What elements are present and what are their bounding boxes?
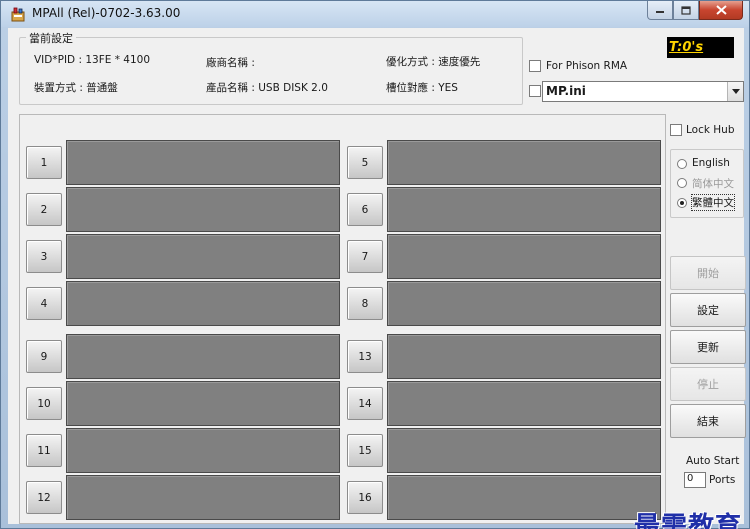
ini-file-value: MP.ini <box>546 84 586 98</box>
port-button-5[interactable]: 5 <box>347 146 383 179</box>
language-label-simplified-chinese: 简体中文 <box>692 178 734 190</box>
port-button-7[interactable]: 7 <box>347 240 383 273</box>
port-status-box-1 <box>66 140 340 185</box>
minimize-icon <box>656 11 664 13</box>
lock-hub-checkbox[interactable] <box>670 124 682 136</box>
watermark-logo: 最需教育 <box>634 512 743 529</box>
maximize-button[interactable] <box>673 1 699 20</box>
port-button-10[interactable]: 10 <box>26 387 62 420</box>
title-bar[interactable]: MPAll (Rel)-0702-3.63.00 <box>1 1 749 27</box>
window-controls <box>647 1 743 20</box>
vid-pid-text: VID*PID : 13FE * 4100 <box>34 54 151 66</box>
port-button-9[interactable]: 9 <box>26 340 62 373</box>
stop-button[interactable]: 停止 <box>670 367 746 401</box>
close-button[interactable] <box>699 1 743 20</box>
main-client-area: 當前設定 VID*PID : 13FE * 4100 廠商名稱 : 優化方式 :… <box>8 28 746 529</box>
port-button-3[interactable]: 3 <box>26 240 62 273</box>
port-status-box-2 <box>66 187 340 232</box>
port-status-box-8 <box>387 281 661 326</box>
port-status-box-14 <box>387 381 661 426</box>
product-name-text: 產品名稱 : USB DISK 2.0 <box>206 82 328 94</box>
for-phison-rma-checkbox[interactable] <box>529 60 541 72</box>
settings-button[interactable]: 設定 <box>670 293 746 327</box>
ports-label: Ports <box>709 474 736 486</box>
port-button-4[interactable]: 4 <box>26 287 62 320</box>
port-button-1[interactable]: 1 <box>26 146 62 179</box>
port-status-box-5 <box>387 140 661 185</box>
minimize-button[interactable] <box>647 1 673 20</box>
start-button[interactable]: 開始 <box>670 256 746 290</box>
lock-hub-label: Lock Hub <box>686 124 735 136</box>
port-button-13[interactable]: 13 <box>347 340 383 373</box>
maximize-icon <box>681 5 691 15</box>
port-status-box-4 <box>66 281 340 326</box>
update-button[interactable]: 更新 <box>670 330 746 364</box>
current-settings-group: 當前設定 VID*PID : 13FE * 4100 廠商名稱 : 優化方式 :… <box>19 30 523 105</box>
language-radio-english[interactable] <box>677 159 687 169</box>
current-settings-legend: 當前設定 <box>26 30 76 46</box>
port-status-box-7 <box>387 234 661 279</box>
port-button-16[interactable]: 16 <box>347 481 383 514</box>
port-status-box-12 <box>66 475 340 520</box>
close-icon <box>715 5 727 15</box>
port-button-11[interactable]: 11 <box>26 434 62 467</box>
port-status-box-6 <box>387 187 661 232</box>
port-status-box-13 <box>387 334 661 379</box>
port-panel: 1 2 3 4 9 10 11 12 5 6 7 8 13 14 15 16 <box>19 114 666 524</box>
app-icon <box>11 7 25 22</box>
chevron-down-icon <box>731 89 740 94</box>
slot-mapping-text: 槽位對應 : YES <box>386 82 458 94</box>
port-button-2[interactable]: 2 <box>26 193 62 226</box>
auto-start-ports-input[interactable]: 0 <box>684 472 706 488</box>
language-radio-traditional-chinese[interactable] <box>677 198 687 208</box>
port-button-8[interactable]: 8 <box>347 287 383 320</box>
language-label-english: English <box>692 157 730 169</box>
for-phison-rma-label: For Phison RMA <box>546 60 628 72</box>
port-status-box-3 <box>66 234 340 279</box>
end-button[interactable]: 結束 <box>670 404 746 438</box>
port-status-box-11 <box>66 428 340 473</box>
ini-enable-checkbox[interactable] <box>529 85 541 97</box>
port-button-15[interactable]: 15 <box>347 434 383 467</box>
language-group: English 简体中文 繁體中文 <box>670 149 744 218</box>
port-button-12[interactable]: 12 <box>26 481 62 514</box>
port-status-box-9 <box>66 334 340 379</box>
language-label-traditional-chinese: 繁體中文 <box>691 194 735 211</box>
dropdown-arrow-button[interactable] <box>727 82 743 101</box>
app-window: MPAll (Rel)-0702-3.63.00 當前設定 VID*PID : … <box>0 0 750 529</box>
vendor-name-text: 廠商名稱 : <box>206 57 255 69</box>
port-button-6[interactable]: 6 <box>347 193 383 226</box>
ini-file-select[interactable]: MP.ini <box>542 81 744 102</box>
window-title: MPAll (Rel)-0702-3.63.00 <box>32 6 181 20</box>
port-status-box-15 <box>387 428 661 473</box>
port-status-box-16 <box>387 475 661 520</box>
language-radio-simplified-chinese[interactable] <box>677 178 687 188</box>
port-status-box-10 <box>66 381 340 426</box>
device-mode-text: 裝置方式 : 普通盤 <box>34 82 118 94</box>
auto-start-label: Auto Start <box>686 455 740 467</box>
optimize-mode-text: 優化方式 : 速度優先 <box>386 56 481 68</box>
port-button-14[interactable]: 14 <box>347 387 383 420</box>
timer-display: T:0's <box>667 37 734 58</box>
